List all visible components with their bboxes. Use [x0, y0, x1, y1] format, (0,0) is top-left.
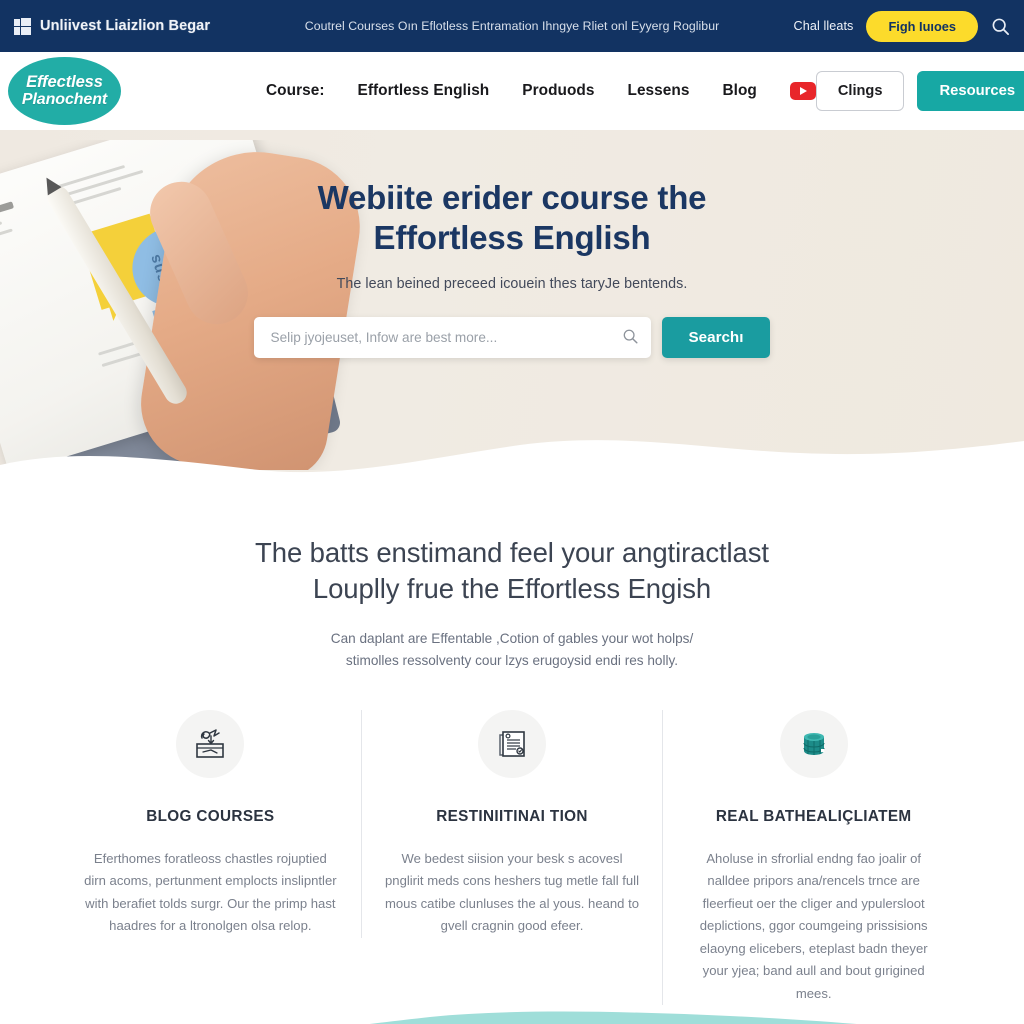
classroom-board-icon — [196, 728, 225, 758]
search-icon[interactable] — [622, 328, 639, 345]
hero-section: Tokyle sns Webiite erider cour — [0, 130, 1024, 495]
feature-icon-wrapper — [478, 709, 546, 778]
feature-body: We bedest siision your besk s acovesl pn… — [384, 850, 640, 934]
feature-column-real-database: REAL BATHEALIÇLIATEM Aholuse in sfrorlia… — [662, 709, 964, 1006]
search-button[interactable]: Searchı — [661, 316, 771, 358]
nav-actions: Clings Resources — [815, 71, 1024, 111]
feature-title: BLOG COURSES — [146, 807, 275, 825]
features-sub-line2: stimolles ressolventy cour lzys erugoysi… — [345, 652, 679, 668]
feature-body: Eferthomes foratleoss chastles rojuptied… — [84, 850, 337, 934]
feature-columns: BLOG COURSES Eferthomes foratleoss chast… — [0, 709, 1024, 1006]
hero-heading-line1: Webiite erider course the — [317, 179, 707, 216]
site-logo[interactable]: Effectless Planochent — [8, 57, 121, 125]
hero-bottom-wave — [0, 440, 1024, 495]
features-subheading: Can daplant are Effentable ,Cotion of ga… — [0, 628, 1024, 672]
page-root: Unliivest Liaizlion Begar Coutrel Course… — [0, 0, 1024, 1024]
feature-title: RESTINIITINAI TION — [436, 807, 588, 825]
nav-item-products[interactable]: Produods — [522, 82, 594, 100]
search-input[interactable] — [253, 316, 651, 358]
features-heading-line1: The batts enstimand feel your angtiractl… — [255, 537, 769, 568]
clings-button[interactable]: Clings — [815, 71, 905, 111]
features-section: The batts enstimand feel your angtiractl… — [0, 495, 1024, 1024]
feature-icon-wrapper — [779, 709, 848, 778]
features-heading: The batts enstimand feel your angtiractl… — [0, 535, 1024, 608]
topbar-tagline: Coutrel Courses Oın Eflotless Entramatio… — [304, 19, 720, 33]
top-utility-bar: Unliivest Liaizlion Begar Coutrel Course… — [0, 0, 1024, 52]
nav-item-lessons[interactable]: Lessens — [628, 82, 690, 100]
hero-subheading: The lean beined preceed icouein thes tar… — [336, 275, 688, 292]
resources-button[interactable]: Resources — [917, 71, 1024, 111]
features-heading-line2: Louplly frue the Effortless Engish — [312, 573, 712, 605]
features-sub-line1: Can daplant are Effentable ,Cotion of ga… — [330, 630, 694, 646]
feature-column-registration: RESTINIITINAI TION We bedest siision you… — [360, 709, 663, 938]
main-navigation-bar: Effectless Planochent Course: Effortless… — [0, 52, 1024, 130]
hero-content: Webiite erider course the Effortless Eng… — [0, 178, 1024, 358]
site-logo-line1: Effectless — [26, 72, 103, 91]
search-icon[interactable] — [991, 17, 1010, 36]
feature-title: REAL BATHEALIÇLIATEM — [715, 807, 912, 825]
search-field[interactable] — [253, 316, 651, 358]
nav-item-blog[interactable]: Blog — [722, 82, 756, 100]
feature-icon-wrapper — [176, 709, 245, 778]
topbar-brand[interactable]: Unliivest Liaizlion Begar — [14, 17, 211, 35]
topbar-brand-label: Unliivest Liaizlion Begar — [40, 18, 211, 34]
nav-item-effortless-english[interactable]: Effortless English — [358, 82, 490, 100]
hero-search-row: Searchı — [0, 316, 1024, 358]
topbar-cta-button[interactable]: Figh Iuıoes — [866, 10, 978, 42]
topbar-link-challenges[interactable]: Chal lleats — [794, 19, 854, 33]
hero-heading: Webiite erider course the Effortless Eng… — [0, 178, 1024, 259]
feature-column-blog-courses: BLOG COURSES Eferthomes foratleoss chast… — [60, 709, 361, 938]
youtube-icon[interactable] — [789, 82, 816, 100]
database-stack-icon — [803, 732, 825, 755]
topbar-actions: Chal lleats Figh Iuıoes — [794, 10, 1010, 42]
feature-body: Aholuse in sfrorlial endng fao joalir of… — [699, 850, 928, 1001]
windows-squares-icon — [14, 17, 31, 35]
document-page-icon — [499, 730, 525, 757]
nav-item-courses[interactable]: Course: — [266, 82, 325, 100]
footer-top-wave — [369, 1011, 857, 1024]
site-logo-line2: Planochent — [21, 91, 108, 109]
hero-heading-line2: Effortless English — [373, 219, 651, 257]
nav-links: Course: Effortless English Produods Less… — [266, 82, 816, 100]
